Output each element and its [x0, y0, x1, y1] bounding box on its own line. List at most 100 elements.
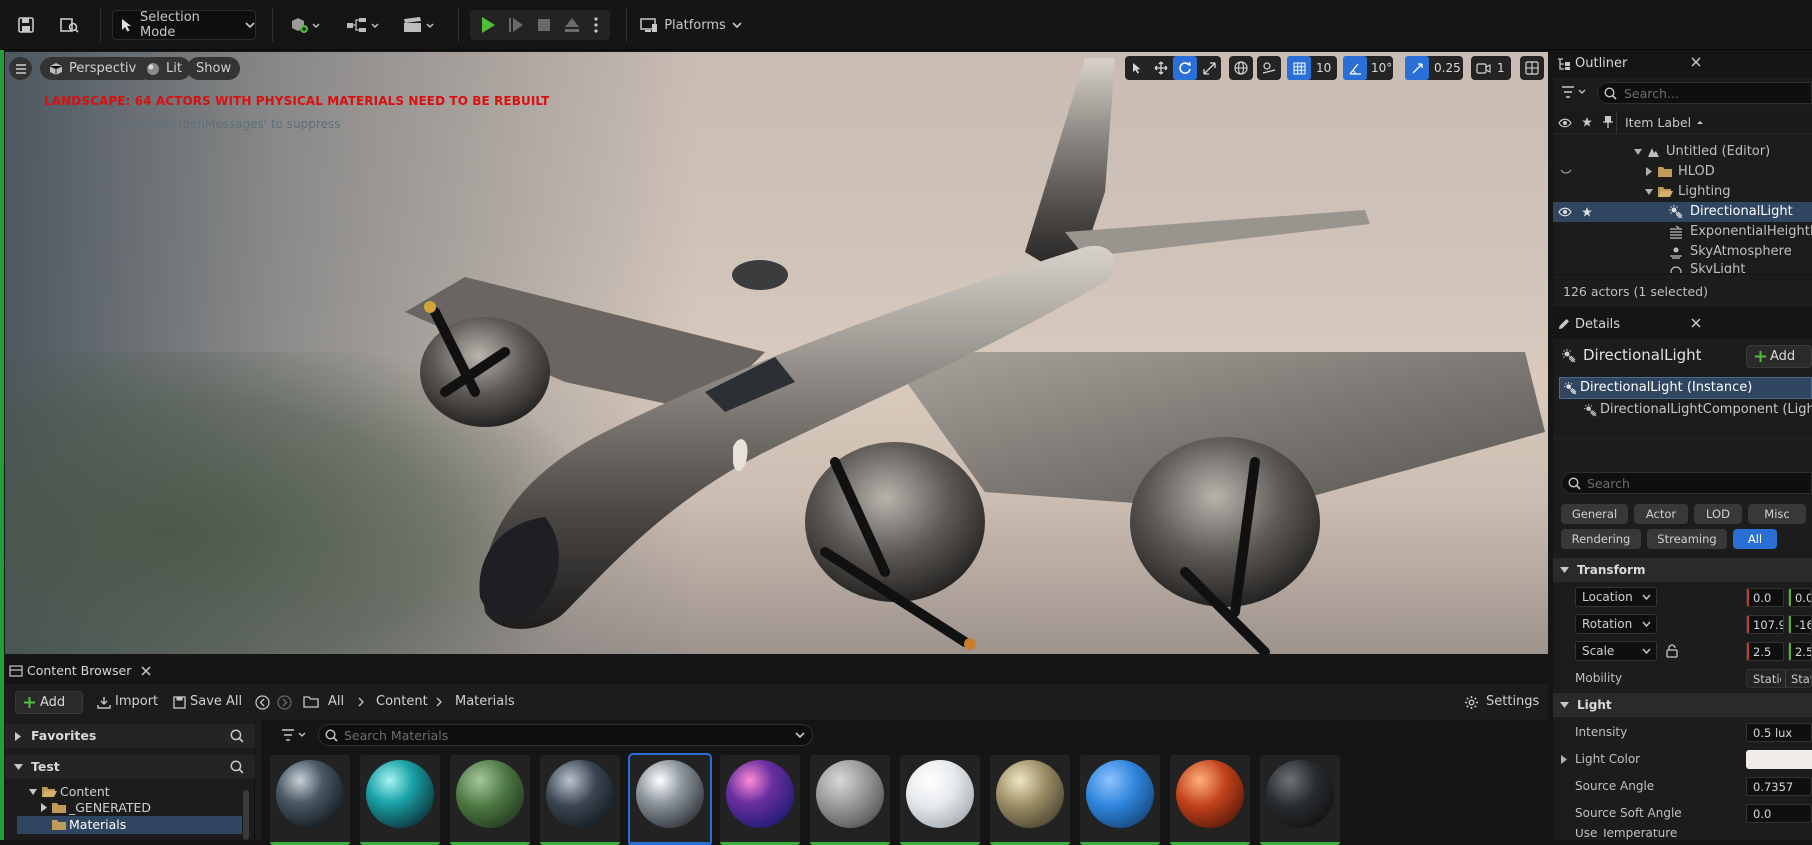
- history-forward-icon[interactable]: [277, 695, 292, 710]
- eject-icon[interactable]: [558, 17, 586, 33]
- outliner-row-skyatmosphere[interactable]: SkyAtmosphere: [1553, 242, 1812, 262]
- scale-tool-icon[interactable]: [1197, 56, 1221, 80]
- folder-icon[interactable]: [303, 695, 319, 708]
- viewport-layout-button[interactable]: [1520, 56, 1544, 80]
- rotation-snap-control[interactable]: 10°: [1343, 56, 1393, 80]
- mobility-selector[interactable]: Static Stationary: [1746, 669, 1812, 688]
- component-instance-row[interactable]: DirectionalLight (Instance): [1559, 377, 1812, 399]
- grid-snap-control[interactable]: 10: [1287, 56, 1337, 80]
- select-tool-icon[interactable]: [1125, 56, 1149, 80]
- filter-streaming-button[interactable]: Streaming: [1647, 529, 1727, 549]
- filter-all-button[interactable]: All: [1733, 529, 1777, 549]
- visibility-eye-icon[interactable]: [1558, 118, 1572, 128]
- bomber-aircraft-model[interactable]: [5, 52, 1548, 654]
- outliner-row-world[interactable]: Untitled (Editor): [1553, 142, 1812, 162]
- star-icon[interactable]: [1581, 116, 1593, 128]
- scale-snap-control[interactable]: 0.25: [1405, 56, 1463, 80]
- visibility-eye-icon[interactable]: [1558, 207, 1572, 217]
- content-browser-tab[interactable]: Content Browser: [5, 658, 1548, 684]
- collapse-arrow-icon[interactable]: [1646, 167, 1652, 176]
- rotate-tool-icon[interactable]: [1173, 56, 1197, 80]
- add-content-button[interactable]: Add: [15, 691, 83, 714]
- outliner-search-input[interactable]: Search...: [1597, 82, 1812, 104]
- outliner-row-directionallight[interactable]: DirectionalLight: [1553, 202, 1812, 222]
- component-row[interactable]: DirectionalLightComponent (LightComponen…: [1559, 400, 1812, 422]
- light-section-header[interactable]: Light: [1553, 693, 1812, 717]
- rotation-y-field[interactable]: -16: [1788, 615, 1812, 634]
- show-button[interactable]: Show: [187, 57, 241, 80]
- breadcrumb-materials[interactable]: Materials: [455, 694, 515, 709]
- expand-arrow-icon[interactable]: [1645, 189, 1653, 195]
- search-icon[interactable]: [230, 760, 244, 774]
- location-x-field[interactable]: 0.0: [1746, 588, 1784, 607]
- test-root-header[interactable]: Test: [5, 755, 255, 779]
- filter-icon[interactable]: [1561, 86, 1587, 98]
- camera-speed-control[interactable]: 1: [1471, 56, 1511, 80]
- content-settings-button[interactable]: Settings: [1464, 691, 1548, 714]
- filter-misc-button[interactable]: Misc: [1748, 504, 1806, 524]
- star-icon[interactable]: [1581, 206, 1593, 218]
- import-button[interactable]: Import: [97, 691, 159, 714]
- light-color-swatch[interactable]: [1746, 750, 1812, 769]
- save-all-button[interactable]: Save All: [173, 691, 245, 714]
- move-tool-icon[interactable]: [1149, 56, 1173, 80]
- browse-content-icon[interactable]: [56, 10, 82, 40]
- platforms-button[interactable]: Platforms: [638, 10, 744, 40]
- level-viewport[interactable]: Perspective Lit Show LANDSCAPE: 64 ACTOR…: [5, 52, 1548, 654]
- tree-scrollbar[interactable]: [243, 790, 249, 840]
- surface-snap-toggle[interactable]: [1257, 56, 1281, 80]
- mobility-stationary-option[interactable]: Stationary: [1791, 672, 1811, 686]
- viewport-menu-button[interactable]: [9, 57, 32, 80]
- tree-item-content[interactable]: Content: [17, 784, 242, 800]
- tree-item-materials[interactable]: Materials: [17, 816, 242, 834]
- search-icon[interactable]: [230, 729, 244, 743]
- view-mode-button[interactable]: Lit: [137, 57, 191, 80]
- stop-icon[interactable]: [530, 18, 558, 32]
- favorites-header[interactable]: Favorites: [5, 724, 255, 748]
- filter-actor-button[interactable]: Actor: [1634, 504, 1688, 524]
- chevron-down-icon[interactable]: [795, 732, 805, 738]
- filter-general-button[interactable]: General: [1561, 504, 1628, 524]
- filter-icon[interactable]: [281, 729, 309, 741]
- scale-y-field[interactable]: 2.5: [1788, 642, 1812, 661]
- lock-icon[interactable]: [1666, 644, 1678, 658]
- close-icon[interactable]: [141, 666, 151, 676]
- materials-search-input[interactable]: Search Materials: [318, 724, 813, 746]
- details-search-input[interactable]: Search: [1561, 472, 1812, 494]
- outliner-row-hlod[interactable]: HLOD: [1553, 162, 1812, 182]
- outliner-tab[interactable]: Outliner: [1553, 50, 1812, 78]
- add-component-button[interactable]: Add: [1746, 345, 1812, 368]
- add-actor-button[interactable]: [284, 10, 324, 40]
- scale-x-field[interactable]: 2.5: [1746, 642, 1784, 661]
- hidden-eye-icon[interactable]: [1560, 169, 1572, 175]
- rotation-x-field[interactable]: 107.9: [1746, 615, 1784, 634]
- outliner-row-lighting[interactable]: Lighting: [1553, 182, 1812, 202]
- outliner-row-skylight[interactable]: SkyLight: [1553, 262, 1812, 273]
- close-icon[interactable]: [1691, 57, 1701, 67]
- pin-icon[interactable]: [1603, 115, 1613, 129]
- filter-lod-button[interactable]: LOD: [1694, 504, 1742, 524]
- intensity-field[interactable]: 0.5 lux: [1746, 723, 1812, 742]
- history-back-icon[interactable]: [255, 695, 270, 710]
- mobility-static-option[interactable]: Static: [1753, 672, 1781, 686]
- item-label-column[interactable]: Item Label: [1625, 115, 1691, 130]
- outliner-row-fog[interactable]: ExponentialHeightFog: [1553, 222, 1812, 242]
- details-tab[interactable]: Details: [1553, 311, 1812, 339]
- filter-rendering-button[interactable]: Rendering: [1561, 529, 1641, 549]
- source-soft-angle-field[interactable]: 0.0: [1746, 804, 1812, 823]
- scale-dropdown[interactable]: Scale: [1575, 641, 1657, 661]
- more-options-icon[interactable]: [586, 17, 606, 33]
- breadcrumb-all[interactable]: All: [328, 694, 344, 709]
- mode-dropdown[interactable]: Selection Mode: [112, 10, 256, 40]
- expand-arrow-icon[interactable]: [1634, 149, 1642, 155]
- rotation-dropdown[interactable]: Rotation: [1575, 614, 1657, 634]
- location-y-field[interactable]: 0.0: [1788, 588, 1812, 607]
- cinematics-button[interactable]: [398, 10, 438, 40]
- source-angle-field[interactable]: 0.7357: [1746, 777, 1812, 796]
- close-icon[interactable]: [1691, 318, 1701, 328]
- tree-item-generated[interactable]: _GENERATED: [17, 800, 242, 816]
- transform-section-header[interactable]: Transform: [1553, 558, 1812, 582]
- advance-frame-icon[interactable]: [502, 17, 530, 33]
- save-icon[interactable]: [13, 10, 39, 40]
- blueprints-button[interactable]: [340, 10, 384, 40]
